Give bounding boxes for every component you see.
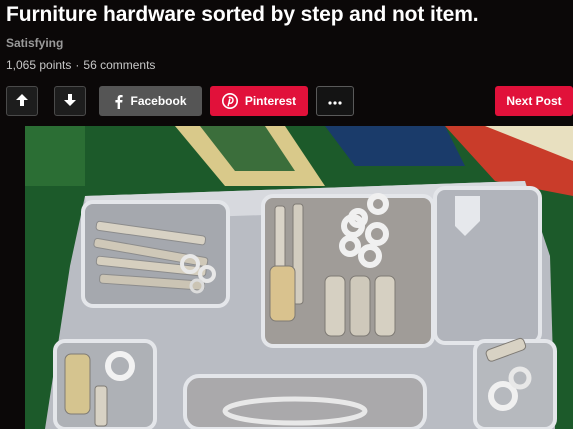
facebook-label: Facebook: [130, 94, 187, 108]
upvote-button[interactable]: [6, 86, 38, 116]
arrow-down-icon: [63, 93, 77, 110]
pinterest-icon: [221, 93, 238, 109]
facebook-share-button[interactable]: Facebook: [99, 86, 202, 116]
facebook-icon: [114, 94, 124, 109]
pinterest-share-button[interactable]: Pinterest: [210, 86, 308, 116]
comments-count[interactable]: 56 comments: [83, 58, 155, 72]
post-title: Furniture hardware sorted by step and no…: [6, 3, 479, 26]
arrow-up-icon: [15, 93, 29, 110]
pinterest-label: Pinterest: [244, 94, 297, 108]
next-post-button[interactable]: Next Post: [495, 86, 573, 116]
post-meta: 1,065 points · 56 comments: [6, 58, 155, 72]
downvote-button[interactable]: [54, 86, 86, 116]
more-options-button[interactable]: [316, 86, 354, 116]
more-dots-icon: [328, 94, 342, 108]
meta-separator: ·: [75, 58, 80, 72]
points-count: 1,065 points: [6, 58, 72, 72]
hardware-tray-photo: [25, 126, 573, 429]
section-link[interactable]: Satisfying: [6, 36, 63, 50]
post-image[interactable]: [25, 126, 573, 429]
